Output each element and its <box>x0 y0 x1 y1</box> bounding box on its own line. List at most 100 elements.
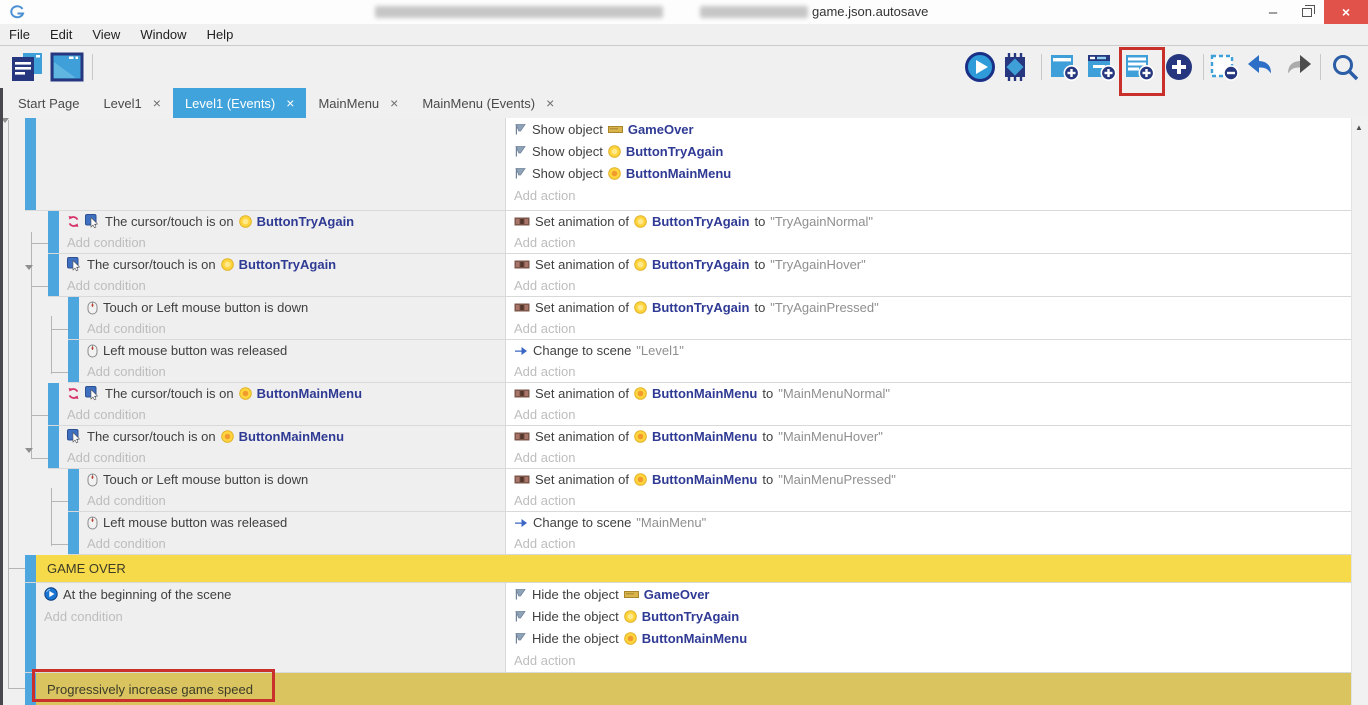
tab-close-icon[interactable]: × <box>286 95 294 111</box>
tree-guide <box>51 488 52 546</box>
tab-level1-events[interactable]: Level1 (Events) × <box>173 88 307 118</box>
add-condition[interactable]: Add condition <box>59 275 505 296</box>
condition-cursor-on-mainmenu-inverted[interactable]: The cursor/touch is on ButtonMainMenu <box>59 383 505 404</box>
menu-edit[interactable]: Edit <box>40 27 82 42</box>
add-action[interactable]: Add action <box>506 184 1351 206</box>
condition-touch-down[interactable]: Touch or Left mouse button is down <box>79 297 505 318</box>
add-action[interactable]: Add action <box>506 447 1351 468</box>
action-set-animation[interactable]: Set animation of ButtonTryAgain to "TryA… <box>506 254 1351 275</box>
condition-mouse-released[interactable]: Left mouse button was released <box>79 512 505 533</box>
action-show-mainmenu[interactable]: Show object ButtonMainMenu <box>506 162 1351 184</box>
change-scene-icon <box>514 344 528 357</box>
tab-mainmenu-events[interactable]: MainMenu (Events) × <box>410 88 566 118</box>
button-mainmenu-object-icon <box>624 632 637 645</box>
event-bar[interactable] <box>48 426 59 468</box>
condition-cursor-on-mainmenu[interactable]: The cursor/touch is on ButtonMainMenu <box>59 426 505 447</box>
event-bar[interactable] <box>25 118 36 210</box>
comment-text[interactable]: GAME OVER <box>36 555 1351 582</box>
event-bar[interactable] <box>68 512 79 554</box>
action-set-animation[interactable]: Set animation of ButtonMainMenu to "Main… <box>506 469 1351 490</box>
add-action[interactable]: Add action <box>506 232 1351 253</box>
tab-close-icon[interactable]: × <box>390 95 398 111</box>
add-action[interactable]: Add action <box>506 533 1351 554</box>
action-hide-mainmenu[interactable]: Hide the object ButtonMainMenu <box>506 627 1351 649</box>
search-icon[interactable] <box>1328 51 1362 83</box>
condition-cursor-on-tryagain[interactable]: The cursor/touch is on ButtonTryAgain <box>59 254 505 275</box>
undo-icon[interactable] <box>1245 51 1279 83</box>
maximize-button[interactable] <box>1292 0 1322 24</box>
add-condition[interactable]: Add condition <box>79 318 505 339</box>
add-event-icon[interactable] <box>1048 51 1082 83</box>
tab-start-page[interactable]: Start Page <box>6 88 91 118</box>
event-mainmenu-hover: The cursor/touch is on ButtonMainMenu Ad… <box>48 426 1351 469</box>
menu-file[interactable]: File <box>0 27 40 42</box>
tab-close-icon[interactable]: × <box>546 95 554 111</box>
close-button[interactable]: × <box>1324 0 1368 24</box>
action-show-gameover[interactable]: Show object GameOver <box>506 118 1351 140</box>
event-bar[interactable] <box>48 254 59 296</box>
collapse-caret-icon[interactable] <box>25 448 33 453</box>
action-set-animation[interactable]: Set animation of ButtonTryAgain to "TryA… <box>506 297 1351 318</box>
remove-selection-icon[interactable] <box>1208 51 1242 83</box>
menu-help[interactable]: Help <box>197 27 244 42</box>
visibility-icon <box>514 610 527 623</box>
action-change-scene[interactable]: Change to scene "Level1" <box>506 340 1351 361</box>
action-hide-gameover[interactable]: Hide the object GameOver <box>506 583 1351 605</box>
debugger-icon[interactable] <box>998 51 1032 83</box>
menu-view[interactable]: View <box>82 27 130 42</box>
scene-editor-icon[interactable] <box>50 51 84 83</box>
add-condition[interactable]: Add condition <box>79 490 505 511</box>
add-action[interactable]: Add action <box>506 490 1351 511</box>
add-action[interactable]: Add action <box>506 318 1351 339</box>
action-show-tryagain[interactable]: Show object ButtonTryAgain <box>506 140 1351 162</box>
animation-icon <box>514 431 530 442</box>
add-condition[interactable]: Add condition <box>59 404 505 425</box>
tab-level1[interactable]: Level1 × <box>91 88 173 118</box>
action-set-animation[interactable]: Set animation of ButtonMainMenu to "Main… <box>506 383 1351 404</box>
action-set-animation[interactable]: Set animation of ButtonMainMenu to "Main… <box>506 426 1351 447</box>
add-condition[interactable]: Add condition <box>59 447 505 468</box>
preview-play-icon[interactable] <box>963 51 997 83</box>
condition-cursor-on-tryagain-inverted[interactable]: The cursor/touch is on ButtonTryAgain <box>59 211 505 232</box>
animation-icon <box>514 474 530 485</box>
action-change-scene[interactable]: Change to scene "MainMenu" <box>506 512 1351 533</box>
add-action[interactable]: Add action <box>506 361 1351 382</box>
tab-close-icon[interactable]: × <box>153 95 161 111</box>
add-subevent-icon[interactable] <box>1085 51 1119 83</box>
tab-mainmenu[interactable]: MainMenu × <box>306 88 410 118</box>
event-bar[interactable] <box>25 555 36 582</box>
condition-beginning-of-scene[interactable]: At the beginning of the scene <box>36 583 505 605</box>
menu-window[interactable]: Window <box>130 27 196 42</box>
tree-guide <box>31 458 48 459</box>
condition-mouse-released[interactable]: Left mouse button was released <box>79 340 505 361</box>
event-bar[interactable] <box>48 383 59 425</box>
event-mainmenu-pressed: Touch or Left mouse button is down Add c… <box>68 469 1351 512</box>
collapse-caret-icon[interactable] <box>25 265 33 270</box>
event-bar[interactable] <box>48 211 59 253</box>
event-bar[interactable] <box>68 340 79 382</box>
add-condition[interactable]: Add condition <box>79 361 505 382</box>
action-set-animation[interactable]: Set animation of ButtonTryAgain to "TryA… <box>506 211 1351 232</box>
add-condition[interactable]: Add condition <box>79 533 505 554</box>
action-hide-tryagain[interactable]: Hide the object ButtonTryAgain <box>506 605 1351 627</box>
redo-icon[interactable] <box>1280 51 1314 83</box>
condition-touch-down[interactable]: Touch or Left mouse button is down <box>79 469 505 490</box>
add-action[interactable]: Add action <box>506 649 1351 671</box>
add-action[interactable]: Add action <box>506 275 1351 296</box>
add-action[interactable]: Add action <box>506 404 1351 425</box>
event-bar[interactable] <box>25 583 36 672</box>
comment-game-over[interactable]: GAME OVER <box>25 555 1351 583</box>
events-sheet-icon[interactable] <box>10 51 44 83</box>
vertical-scrollbar[interactable]: ▲ <box>1351 118 1368 705</box>
add-condition[interactable]: Add condition <box>59 232 505 253</box>
minimize-button[interactable]: – <box>1258 0 1288 24</box>
add-circle-icon[interactable] <box>1162 51 1196 83</box>
toolbar-separator <box>1320 54 1321 80</box>
tree-guide <box>51 329 68 330</box>
scroll-up-icon[interactable]: ▲ <box>1355 123 1363 132</box>
tree-guide <box>8 120 9 688</box>
add-condition[interactable]: Add condition <box>36 605 505 627</box>
tree-guide <box>51 544 68 545</box>
event-bar[interactable] <box>68 469 79 511</box>
event-bar[interactable] <box>68 297 79 339</box>
